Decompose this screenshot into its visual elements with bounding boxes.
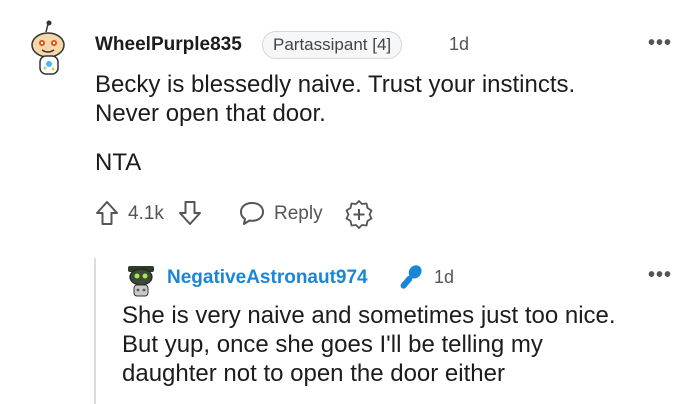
downvote-button[interactable] [177, 199, 203, 227]
speech-bubble-icon [240, 202, 264, 225]
downvote-arrow-icon [179, 201, 201, 225]
user-avatar[interactable] [26, 18, 74, 78]
reply-button[interactable]: Reply [238, 199, 328, 227]
comment-line: Becky is blessedly naive. Trust your ins… [95, 71, 576, 98]
reply-comment: NegativeAstronaut974 1d ••• She is very … [120, 255, 700, 404]
thread-line[interactable] [94, 258, 96, 404]
upvote-arrow-icon [96, 201, 118, 225]
snoo-avatar [128, 266, 154, 297]
reply-label: Reply [274, 203, 323, 224]
comment-paragraph: NTA [95, 149, 142, 176]
vote-count: 4.1k [128, 203, 164, 224]
award-add-icon [345, 200, 373, 229]
more-options-button[interactable]: ••• [648, 32, 672, 55]
comment-line: Never open that door. [95, 100, 326, 127]
user-flair: Partassipant [4] [262, 31, 403, 59]
reply-username[interactable]: NegativeAstronaut974 [167, 267, 368, 289]
microphone-icon [400, 265, 422, 289]
reply-user-avatar[interactable] [125, 260, 157, 300]
award-button[interactable] [344, 199, 374, 229]
snoo-avatar [31, 20, 65, 75]
comment-username[interactable]: WheelPurple835 [95, 34, 242, 56]
reply-body: She is very naive and sometimes just too… [122, 301, 697, 388]
reply-line: daughter not to open the door either [122, 360, 505, 387]
reply-timestamp: 1d [434, 267, 455, 287]
reply-more-options-button[interactable]: ••• [648, 264, 672, 287]
comment-timestamp: 1d [449, 34, 470, 54]
upvote-button[interactable] [94, 199, 120, 227]
reply-line: She is very naive and sometimes just too… [122, 302, 616, 329]
reply-line: But yup, once she goes I'll be telling m… [122, 331, 543, 358]
comment-body: Becky is blessedly naive. Trust your ins… [95, 70, 685, 128]
microphone-badge [395, 262, 425, 294]
